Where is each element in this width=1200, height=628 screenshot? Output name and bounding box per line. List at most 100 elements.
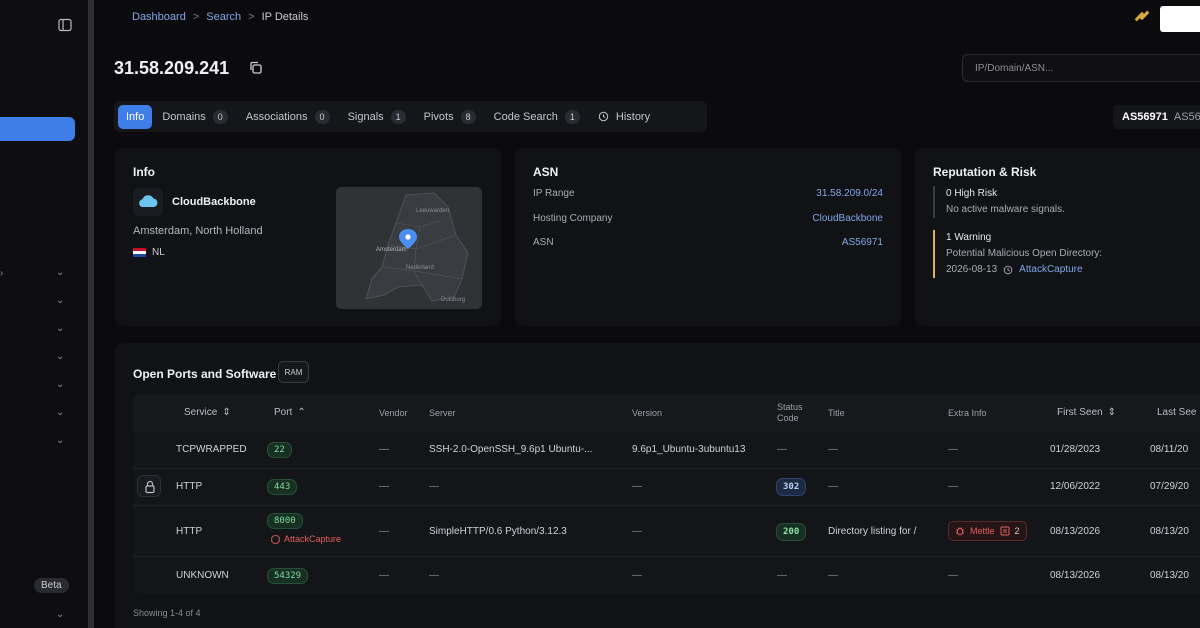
- col-extra-info: Extra Info: [948, 408, 987, 418]
- country-code: NL: [152, 247, 165, 258]
- chevron-down-icon[interactable]: ⌄: [56, 268, 68, 278]
- tab-label: Code Search: [493, 110, 558, 123]
- high-risk-detail: No active malware signals.: [946, 204, 1065, 215]
- chevron-down-icon[interactable]: ⌄: [56, 610, 68, 620]
- attackcapture-tag[interactable]: AttackCapture: [271, 534, 341, 544]
- copy-icon[interactable]: [249, 61, 262, 74]
- nl-flag-icon: [133, 248, 146, 257]
- open-ports-title: Open Ports and Software: [133, 367, 277, 381]
- cell-title: —: [828, 481, 838, 492]
- tab-code-search[interactable]: Code Search 1: [486, 105, 588, 129]
- cell-title: Directory listing for /: [828, 526, 917, 537]
- high-risk-summary: 0 High Risk No active malware signals.: [933, 186, 1065, 218]
- as-badge[interactable]: AS56971 AS56: [1113, 105, 1200, 129]
- chevron-down-icon[interactable]: ⌄: [56, 352, 68, 362]
- bug-icon: [956, 527, 964, 536]
- tab-count: 8: [460, 109, 476, 124]
- tab-associations[interactable]: Associations 0: [238, 105, 338, 129]
- map-graphic: Leeuwarden Amsterdam Nederland Duisburg: [365, 192, 469, 303]
- cell-last-seen: 07/29/20: [1150, 481, 1189, 492]
- breadcrumb-search[interactable]: Search: [206, 11, 241, 23]
- cell-status: —: [777, 444, 787, 455]
- cell-server: —: [429, 570, 439, 581]
- provider-name: CloudBackbone: [172, 196, 256, 208]
- asn-row-asn: ASN AS56971: [533, 237, 883, 248]
- cell-version: —: [632, 481, 642, 492]
- port-badge[interactable]: 8000: [267, 513, 303, 529]
- cell-extra: —: [948, 444, 958, 455]
- chevron-down-icon[interactable]: ⌄: [56, 324, 68, 334]
- hosting-company-link[interactable]: CloudBackbone: [812, 213, 883, 224]
- map-label: Duisburg: [441, 297, 465, 303]
- tab-count: 0: [212, 109, 228, 124]
- cell-vendor: —: [379, 526, 389, 537]
- col-service[interactable]: Service ⇕: [184, 407, 231, 418]
- col-first-seen[interactable]: First Seen ⇕: [1057, 407, 1116, 418]
- row-divider: [133, 468, 1200, 469]
- open-ports-card: Open Ports and Software RAM Service ⇕ Por…: [115, 343, 1200, 628]
- port-badge[interactable]: 443: [267, 479, 298, 495]
- sidebar-toggle-icon[interactable]: [58, 18, 72, 32]
- col-version: Version: [632, 408, 663, 418]
- sort-icon: ⇕: [222, 407, 231, 418]
- cell-version: 9.6p1_Ubuntu-3ubuntu13: [632, 444, 746, 455]
- row-divider: [133, 556, 1200, 557]
- cell-extra: —: [948, 570, 958, 581]
- sidebar-item-active[interactable]: [0, 117, 75, 141]
- history-icon: [598, 111, 609, 122]
- tab-domains[interactable]: Domains 0: [154, 105, 235, 129]
- port-badge[interactable]: 54329: [267, 568, 309, 584]
- tab-label: History: [615, 110, 651, 123]
- search-input[interactable]: [962, 54, 1200, 82]
- reputation-card-title: Reputation & Risk: [933, 165, 1037, 179]
- port-badge[interactable]: 22: [267, 442, 292, 458]
- cell-server: —: [429, 481, 439, 492]
- lock-button[interactable]: [137, 475, 161, 497]
- cell-title: —: [828, 570, 838, 581]
- cell-first-seen: 01/28/2023: [1050, 444, 1101, 455]
- ram-badge[interactable]: RAM: [278, 361, 309, 383]
- status-code-badge: 302: [776, 478, 807, 496]
- history-icon: [1003, 265, 1013, 275]
- warning-headline: 1 Warning: [946, 232, 992, 243]
- lock-icon: [145, 480, 155, 494]
- chevron-down-icon[interactable]: ⌄: [56, 380, 68, 390]
- mettle-tag[interactable]: Mettle 2: [948, 521, 1027, 541]
- tab-pivots[interactable]: Pivots 8: [416, 105, 484, 129]
- info-card: Info CloudBackbone Amsterdam, North Holl…: [115, 148, 501, 326]
- col-last-seen[interactable]: Last See: [1157, 407, 1196, 418]
- status-code-badge: 200: [776, 523, 807, 541]
- location-map[interactable]: Leeuwarden Amsterdam Nederland Duisburg: [336, 187, 482, 309]
- asn-link[interactable]: AS56971: [842, 237, 883, 248]
- tab-count: 1: [564, 109, 580, 124]
- col-status-code: Status Code: [777, 402, 803, 423]
- chevron-down-icon[interactable]: ⌄: [56, 408, 68, 418]
- tab-info[interactable]: Info: [118, 104, 153, 129]
- cell-extra: —: [948, 481, 958, 492]
- sidebar: › ⌄ ⌄ ⌄ ⌄ ⌄ ⌄ ⌄ Beta ⌄: [0, 0, 88, 628]
- breadcrumb-current: IP Details: [261, 11, 309, 23]
- ip-range-link[interactable]: 31.58.209.0/24: [816, 188, 883, 199]
- tab-label: Info: [126, 110, 145, 123]
- warning-source-link[interactable]: AttackCapture: [1019, 262, 1082, 278]
- col-port[interactable]: Port ⌃: [274, 407, 306, 418]
- sort-icon: ⇕: [1107, 407, 1116, 418]
- warning-detail: Potential Malicious Open Directory:: [946, 248, 1103, 259]
- cell-vendor: —: [379, 481, 389, 492]
- col-server: Server: [429, 408, 456, 418]
- satellite-icon[interactable]: [1134, 8, 1150, 24]
- asn-row-hosting: Hosting Company CloudBackbone: [533, 213, 883, 224]
- tab-signals[interactable]: Signals 1: [340, 105, 414, 129]
- tab-label: Signals: [347, 110, 384, 123]
- cell-service: TCPWRAPPED: [176, 444, 247, 455]
- chevron-down-icon[interactable]: ⌄: [56, 436, 68, 446]
- asn-card: ASN IP Range 31.58.209.0/24 Hosting Comp…: [515, 148, 901, 326]
- user-menu-button[interactable]: [1160, 6, 1200, 32]
- tab-history[interactable]: History: [590, 105, 658, 129]
- tab-count: 1: [390, 109, 406, 124]
- breadcrumb-dashboard[interactable]: Dashboard: [132, 11, 186, 23]
- cell-first-seen: 08/13/2026: [1050, 570, 1101, 581]
- cell-server: SSH-2.0-OpenSSH_9.6p1 Ubuntu-...: [429, 444, 593, 455]
- chevron-down-icon[interactable]: ⌄: [56, 296, 68, 306]
- sidebar-divider[interactable]: [88, 0, 94, 628]
